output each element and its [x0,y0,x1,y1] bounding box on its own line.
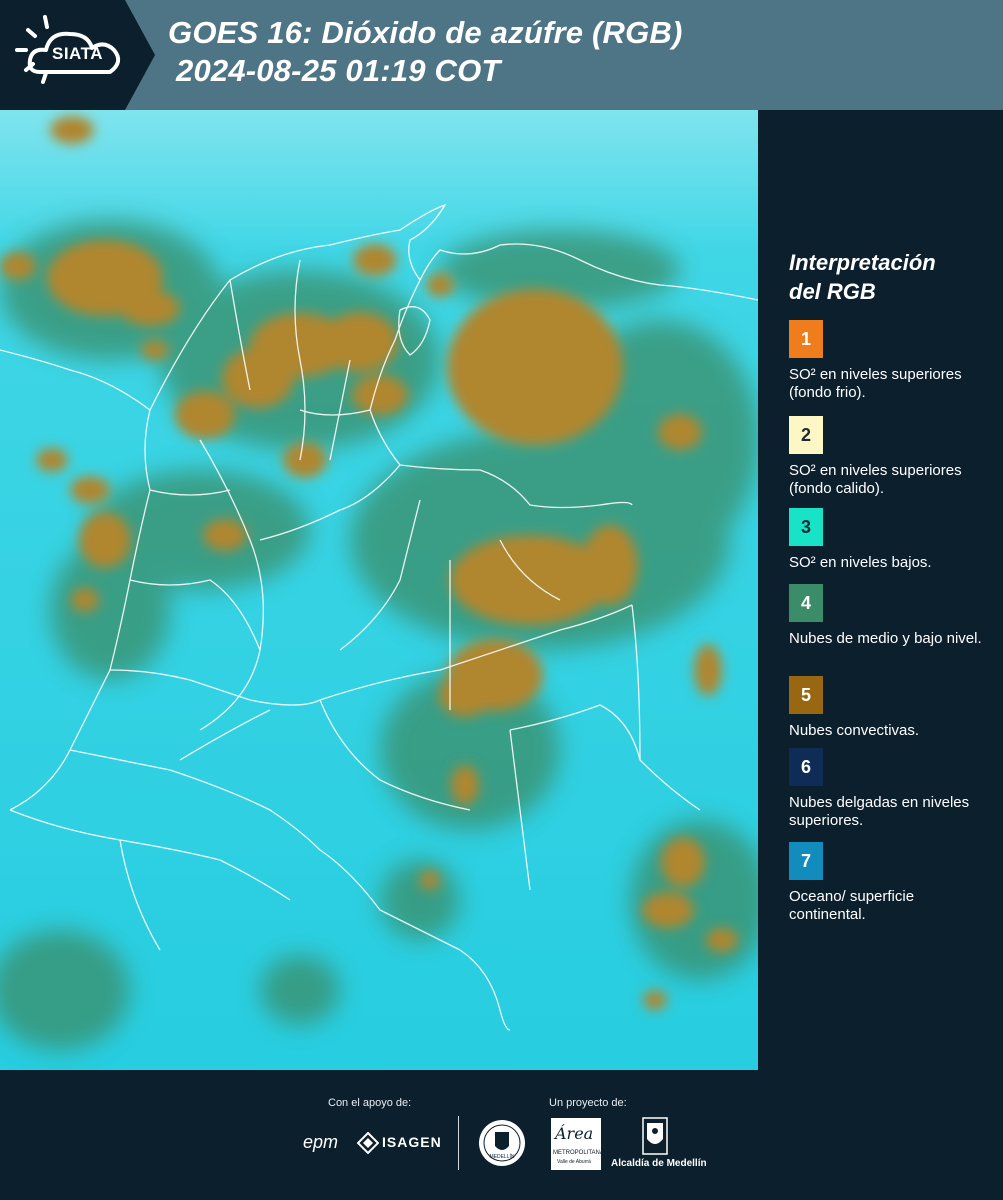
legend-label-2: SO² en niveles superiores (fondo calido)… [789,462,962,497]
legend-item-2: 2 SO² en niveles superiores (fondo calid… [789,416,994,498]
area-metropolitana-logo: Área METROPOLITANA Valle de Aburrá [551,1118,604,1170]
legend-item-7: 7 Oceano/ superficie continental. [789,842,994,924]
epm-logo: epm [303,1132,339,1152]
satellite-map [0,110,758,1070]
legend-panel: Interpretación del RGB 1 SO² en niveles … [760,110,1003,1070]
siata-logo: SIATA [0,0,155,110]
legend-swatch-5: 5 [789,676,823,714]
title-line-2: 2024-08-25 01:19 COT [176,53,501,88]
footer: Con el apoyo de: Un proyecto de: epm ISA… [0,1070,1003,1200]
legend-label-1: SO² en niveles superiores (fondo frio). [789,366,962,401]
legend-label-3: SO² en niveles bajos. [789,554,932,571]
isagen-logo: ISAGEN [382,1134,442,1150]
area-logo-text: Área [555,1124,594,1143]
legend-title: Interpretación del RGB [789,248,989,306]
page-title: GOES 16: Dióxido de azúfre (RGB) 2024-08… [168,14,683,90]
isagen-icon [356,1131,380,1155]
logo-text: SIATA [52,44,103,63]
legend-swatch-6: 6 [789,748,823,786]
support-label: Con el apoyo de: [328,1097,412,1109]
footer-divider [458,1116,459,1170]
legend-label-4: Nubes de medio y bajo nivel. [789,630,982,647]
legend-item-6: 6 Nubes delgadas en niveles superiores. [789,748,994,830]
alcaldia-shield-icon [641,1117,669,1155]
legend-swatch-3: 3 [789,508,823,546]
legend-swatch-7: 7 [789,842,823,880]
legend-label-5: Nubes convectivas. [789,722,920,739]
legend-label-7: Oceano/ superficie continental. [789,888,915,923]
legend-item-3: 3 SO² en niveles bajos. [789,508,994,572]
legend-swatch-4: 4 [789,584,823,622]
legend-item-1: 1 SO² en niveles superiores (fondo frio)… [789,320,994,402]
header-bar: SIATA GOES 16: Dióxido de azúfre (RGB) 2… [0,0,1003,110]
legend-title-line-1: Interpretación [789,250,936,275]
legend-label-6: Nubes delgadas en niveles superiores. [789,794,970,829]
medellin-seal-icon: MEDELLÍN [477,1118,527,1168]
area-logo-sub: METROPOLITANA [553,1150,604,1156]
project-label: Un proyecto de: [549,1097,627,1109]
legend-item-4: 4 Nubes de medio y bajo nivel. [789,584,994,648]
alcaldia-logo-text: Alcaldía de Medellín [611,1158,707,1169]
title-line-1: GOES 16: Dióxido de azúfre (RGB) [168,15,683,50]
legend-swatch-2: 2 [789,416,823,454]
legend-swatch-1: 1 [789,320,823,358]
seal-text: MEDELLÍN [489,1154,515,1160]
legend-item-5: 5 Nubes convectivas. [789,676,994,740]
legend-title-line-2: del RGB [789,279,876,304]
area-logo-sub2: Valle de Aburrá [557,1159,591,1165]
